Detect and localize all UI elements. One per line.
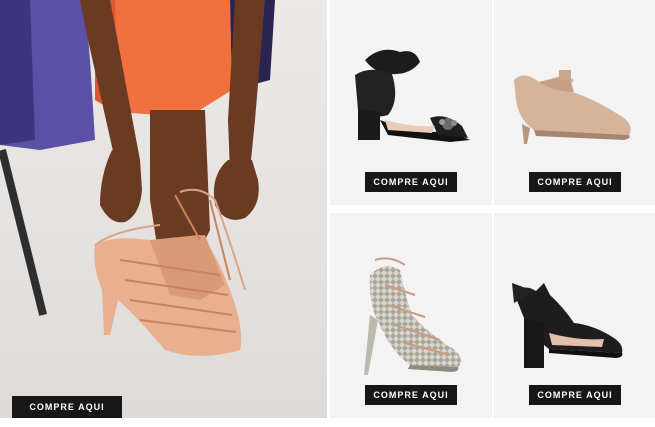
shop-button[interactable]: COMPRE AQUI <box>529 172 621 192</box>
product-tile[interactable]: COMPRE AQUI <box>494 213 655 418</box>
page-footer-gap <box>0 418 655 427</box>
hero-shop-button[interactable]: COMPRE AQUI <box>12 396 122 418</box>
product-tile[interactable]: COMPRE AQUI <box>494 0 655 205</box>
hero-image <box>0 0 275 356</box>
product-tile[interactable]: COMPRE AQUI <box>330 0 492 205</box>
product-tile[interactable]: COMPRE AQUI <box>330 213 492 418</box>
shop-button[interactable]: COMPRE AQUI <box>365 172 457 192</box>
shop-button[interactable]: COMPRE AQUI <box>365 385 457 405</box>
shop-button[interactable]: COMPRE AQUI <box>529 385 621 405</box>
hero-banner[interactable]: COMPRE AQUI <box>0 0 327 418</box>
